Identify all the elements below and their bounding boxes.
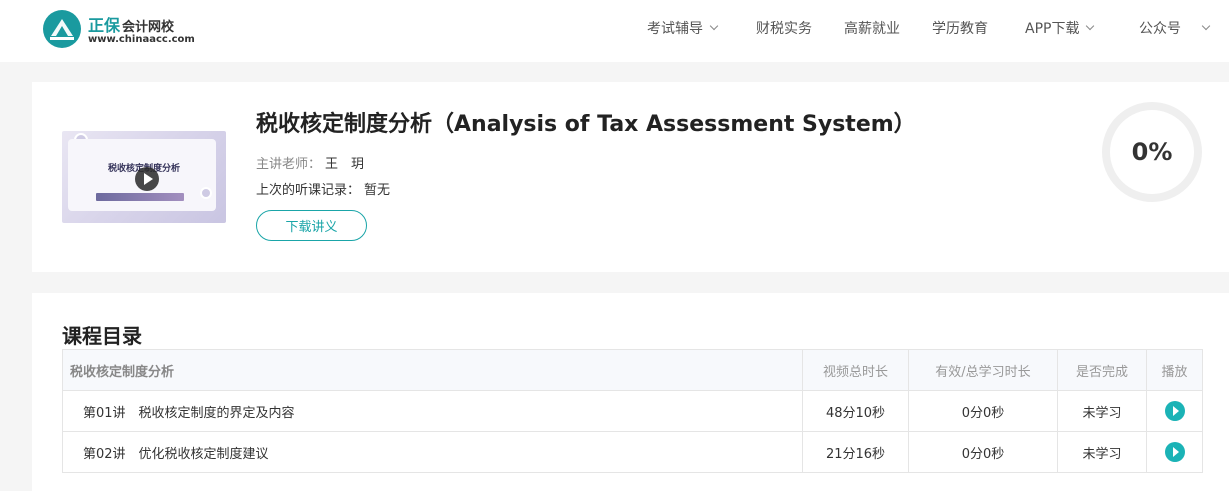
lesson-play-cell bbox=[1146, 431, 1203, 473]
progress-ring: 0% bbox=[1102, 102, 1202, 202]
lesson-duration: 48分10秒 bbox=[802, 390, 909, 432]
catalog-heading: 课程目录 bbox=[62, 324, 142, 348]
logo-name: 正保 会计网校 bbox=[88, 16, 175, 35]
lesson-status: 未学习 bbox=[1057, 431, 1147, 473]
top-header: 正保 会计网校 www.chinaacc.com 考试辅导 财税实务 高薪就业 学… bbox=[0, 0, 1229, 62]
nav-label: 高薪就业 bbox=[844, 21, 900, 37]
download-handout-button[interactable]: 下载讲义 bbox=[256, 210, 367, 241]
last-record-value: 暂无 bbox=[364, 183, 391, 198]
column-header-duration: 视频总时长 bbox=[802, 349, 909, 391]
course-video-thumbnail[interactable]: 税收核定制度分析 bbox=[62, 131, 226, 223]
nav-wechat-account[interactable]: 公众号 bbox=[1139, 19, 1211, 37]
site-logo[interactable]: 正保 会计网校 www.chinaacc.com bbox=[42, 9, 202, 49]
lesson-number: 第01讲 bbox=[83, 405, 126, 421]
lessons-table: 税收核定制度分析 视频总时长 有效/总学习时长 是否完成 播放 第01讲 税收核定… bbox=[62, 349, 1203, 473]
logo-url: www.chinaacc.com bbox=[88, 34, 195, 45]
last-record-row: 上次的听课记录： 暂无 bbox=[256, 179, 391, 198]
column-header-play: 播放 bbox=[1146, 349, 1203, 391]
nav-high-salary-jobs[interactable]: 高薪就业 bbox=[844, 19, 900, 37]
column-header-study-time: 有效/总学习时长 bbox=[908, 349, 1058, 391]
nav-label: 财税实务 bbox=[756, 21, 812, 37]
lesson-play-cell bbox=[1146, 390, 1203, 432]
lesson-study-time: 0分0秒 bbox=[908, 390, 1058, 432]
nav-app-download[interactable]: APP下载 bbox=[1025, 19, 1095, 37]
nav-degree-education[interactable]: 学历教育 bbox=[932, 19, 988, 37]
nav-label: 学历教育 bbox=[932, 21, 988, 37]
chevron-down-icon bbox=[1086, 21, 1095, 31]
last-record-label: 上次的听课记录： bbox=[256, 183, 361, 198]
play-icon[interactable] bbox=[135, 167, 159, 191]
thumbnail-teacher-bar bbox=[96, 193, 184, 201]
lesson-number: 第02讲 bbox=[83, 446, 126, 462]
lesson-name[interactable]: 税收核定制度的界定及内容 bbox=[139, 406, 295, 421]
progress-percent: 0% bbox=[1131, 138, 1173, 166]
lesson-duration: 21分16秒 bbox=[802, 431, 909, 473]
lesson-title-cell[interactable]: 第02讲 优化税收核定制度建议 bbox=[62, 431, 803, 473]
lesson-study-time: 0分0秒 bbox=[908, 431, 1058, 473]
nav-tax-practice[interactable]: 财税实务 bbox=[756, 19, 812, 37]
table-row[interactable]: 第02讲 优化税收核定制度建议 21分16秒 0分0秒 未学习 bbox=[62, 431, 1203, 473]
decor-circle bbox=[200, 187, 212, 199]
play-icon[interactable] bbox=[1164, 401, 1185, 421]
table-header-row: 税收核定制度分析 视频总时长 有效/总学习时长 是否完成 播放 bbox=[62, 349, 1203, 391]
course-title: 税收核定制度分析（Analysis of Tax Assessment Syst… bbox=[256, 112, 916, 137]
chinaacc-logo-icon bbox=[43, 10, 81, 48]
chevron-down-icon bbox=[1201, 21, 1211, 31]
nav-label: 考试辅导 bbox=[647, 21, 703, 37]
nav-label: 公众号 bbox=[1139, 21, 1181, 37]
course-catalog-card: 课程目录 税收核定制度分析 视频总时长 有效/总学习时长 是否完成 播放 第01… bbox=[32, 293, 1229, 491]
teacher-row: 主讲老师：王 玥 bbox=[256, 153, 365, 172]
column-header-course: 税收核定制度分析 bbox=[62, 349, 803, 391]
lesson-name[interactable]: 优化税收核定制度建议 bbox=[139, 447, 269, 462]
nav-label: APP下载 bbox=[1025, 21, 1080, 37]
column-header-completed: 是否完成 bbox=[1057, 349, 1147, 391]
teacher-label: 主讲老师： bbox=[256, 157, 322, 172]
nav-exam-tutoring[interactable]: 考试辅导 bbox=[647, 19, 719, 37]
chevron-down-icon bbox=[709, 21, 719, 31]
course-info-card: 税收核定制度分析 税收核定制度分析（Analysis of Tax Assess… bbox=[32, 82, 1229, 272]
lesson-status: 未学习 bbox=[1057, 390, 1147, 432]
lesson-title-cell[interactable]: 第01讲 税收核定制度的界定及内容 bbox=[62, 390, 803, 432]
table-row[interactable]: 第01讲 税收核定制度的界定及内容 48分10秒 0分0秒 未学习 bbox=[62, 390, 1203, 432]
play-icon[interactable] bbox=[1164, 442, 1185, 462]
teacher-name: 王 玥 bbox=[325, 157, 365, 172]
